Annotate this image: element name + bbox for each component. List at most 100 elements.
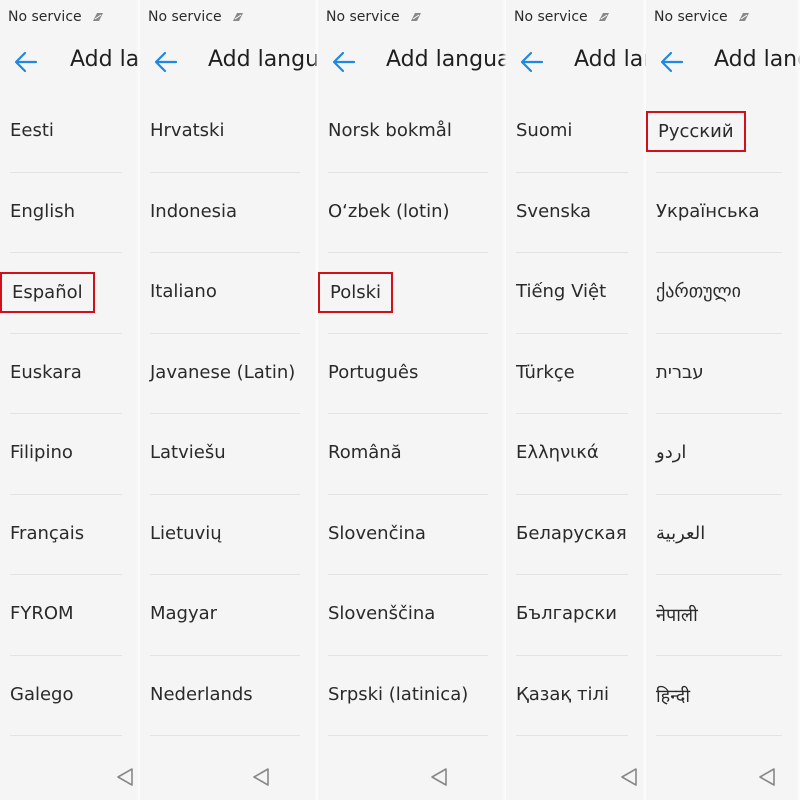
no-sim-icon [93, 13, 104, 21]
language-item[interactable]: Latviešu [140, 414, 318, 495]
language-item[interactable]: Euskara [0, 334, 140, 414]
language-item[interactable]: Русский [646, 92, 800, 173]
language-item[interactable]: O‘zbek (lotin) [318, 173, 506, 253]
language-label: नेपाली [656, 605, 698, 626]
language-label: Ελληνικά [516, 442, 599, 463]
language-list: Русский Українська ქართული עברית اردو العربية… [646, 92, 800, 736]
language-label: Eesti [10, 120, 54, 141]
language-label: Galego [10, 683, 74, 705]
language-label: Slovenščina [328, 603, 436, 624]
language-label: Svenska [516, 200, 592, 222]
language-item[interactable]: Nederlands [140, 656, 318, 736]
language-item[interactable]: Slovenčina [318, 495, 506, 575]
triangle-back-icon[interactable] [618, 766, 640, 788]
screen-panel-5: No service Add lang Русский Українська ქარ… [646, 0, 800, 800]
no-sim-icon [411, 13, 422, 21]
status-bar: No service [326, 9, 422, 25]
language-item[interactable]: اردو [646, 414, 800, 495]
arrow-left-icon[interactable] [12, 48, 40, 76]
language-label: Lietuvių [150, 522, 222, 544]
language-item[interactable]: Türkçe [506, 334, 646, 414]
language-label: Euskara [10, 361, 82, 383]
language-item[interactable]: Lietuvių [140, 495, 318, 575]
language-label: हिन्दी [656, 685, 691, 707]
language-item[interactable]: עברית [646, 334, 800, 414]
language-label: Norsk bokmål [328, 120, 452, 141]
language-item[interactable]: Română [318, 414, 506, 495]
language-label: Български [516, 603, 617, 624]
language-item[interactable]: Polski [318, 253, 506, 334]
nav-bar [506, 754, 646, 800]
language-item[interactable]: Slovenščina [318, 575, 506, 656]
arrow-left-icon[interactable] [518, 48, 546, 76]
no-sim-icon [599, 13, 610, 21]
language-item[interactable]: Magyar [140, 575, 318, 656]
triangle-back-icon[interactable] [756, 766, 778, 788]
language-item[interactable]: Tiếng Việt [506, 253, 646, 334]
language-list: Eesti English Español Euskara Filipino França… [0, 92, 140, 736]
divider [10, 735, 122, 736]
language-label: Filipino [10, 442, 73, 463]
language-label: Italiano [150, 281, 217, 302]
language-label: Українська [656, 200, 760, 222]
language-item[interactable]: Français [0, 495, 140, 575]
language-list: Norsk bokmål O‘zbek (lotin) Polski Portuguê… [318, 92, 506, 736]
language-label: Беларуская [516, 522, 627, 544]
language-item[interactable]: Ελληνικά [506, 414, 646, 495]
language-item[interactable]: हिन्दी [646, 656, 800, 736]
language-item[interactable]: Български [506, 575, 646, 656]
language-item[interactable]: Español [0, 253, 140, 334]
page-title: Add languac [386, 47, 506, 72]
language-item[interactable]: Беларуская [506, 495, 646, 575]
language-label: Slovenčina [328, 522, 426, 544]
language-item[interactable]: Indonesia [140, 173, 318, 253]
status-text: No service [8, 9, 82, 25]
status-bar: No service [654, 9, 750, 25]
triangle-back-icon[interactable] [428, 766, 450, 788]
language-label: עברית [656, 361, 704, 383]
language-item[interactable]: Norsk bokmål [318, 92, 506, 173]
language-item[interactable]: Eesti [0, 92, 140, 173]
arrow-left-icon[interactable] [658, 48, 686, 76]
language-item[interactable]: Suomi [506, 92, 646, 173]
language-item[interactable]: Hrvatski [140, 92, 318, 173]
language-label: Javanese (Latin) [150, 361, 296, 383]
language-label: Español [0, 272, 95, 313]
language-label: Magyar [150, 603, 218, 624]
divider [656, 735, 782, 736]
language-item[interactable]: Svenska [506, 173, 646, 253]
language-item[interactable]: English [0, 173, 140, 253]
status-bar: No service [514, 9, 610, 25]
language-item[interactable]: नेपाली [646, 575, 800, 656]
language-label: Русский [646, 111, 746, 152]
status-bar: No service [148, 9, 244, 25]
language-label: Latviešu [150, 442, 226, 463]
language-item[interactable]: FYROM [0, 575, 140, 656]
status-text: No service [326, 9, 400, 25]
language-label: FYROM [10, 603, 74, 624]
language-item[interactable]: العربية [646, 495, 800, 575]
language-label: English [10, 200, 75, 222]
language-item[interactable]: Italiano [140, 253, 318, 334]
language-item[interactable]: Filipino [0, 414, 140, 495]
screen-panel-3: No service Add languac Norsk bokmål O‘zbe… [318, 0, 506, 800]
app-bar: Add languac [318, 34, 506, 90]
language-item[interactable]: Қазақ тілі [506, 656, 646, 736]
arrow-left-icon[interactable] [152, 48, 180, 76]
arrow-left-icon[interactable] [330, 48, 358, 76]
status-bar: No service [8, 9, 104, 25]
divider [150, 735, 300, 736]
screen-panel-2: No service Add langua Hrvatski Indonesia I… [140, 0, 318, 800]
triangle-back-icon[interactable] [250, 766, 272, 788]
language-item[interactable]: Javanese (Latin) [140, 334, 318, 414]
triangle-back-icon[interactable] [114, 766, 136, 788]
language-item[interactable]: Українська [646, 173, 800, 253]
no-sim-icon [233, 13, 244, 21]
language-item[interactable]: ქართული [646, 253, 800, 334]
language-item[interactable]: Galego [0, 656, 140, 736]
language-label: Polski [318, 272, 394, 313]
language-item[interactable]: Srpski (latinica) [318, 656, 506, 736]
nav-bar [646, 754, 800, 800]
app-bar: Add lar [0, 34, 140, 90]
language-item[interactable]: Português [318, 334, 506, 414]
